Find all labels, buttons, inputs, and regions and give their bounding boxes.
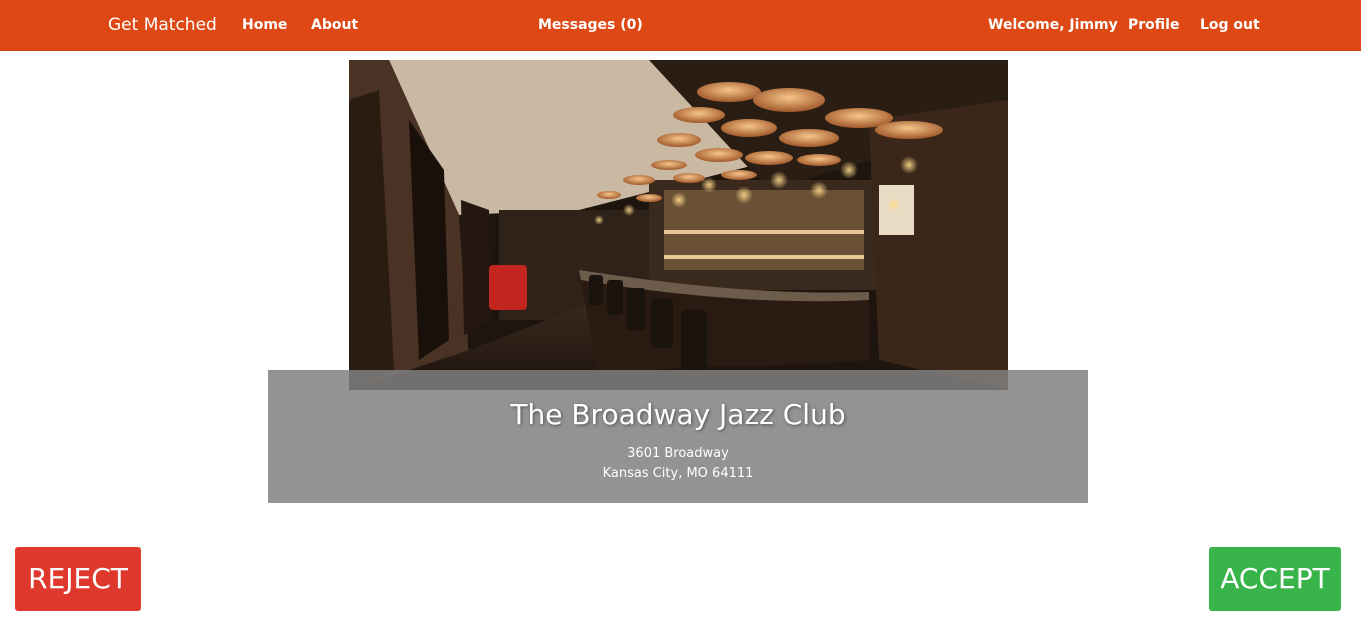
venue-address: 3601 Broadway Kansas City, MO 64111 <box>268 444 1088 484</box>
brand-link[interactable]: Get Matched <box>108 0 217 50</box>
accept-button[interactable]: ACCEPT <box>1209 547 1341 611</box>
venue-info-panel: The Broadway Jazz Club 3601 Broadway Kan… <box>268 370 1088 503</box>
nav-welcome-link[interactable]: Welcome, Jimmy <box>988 0 1118 50</box>
nav-home-link[interactable]: Home <box>242 0 287 50</box>
top-navbar: Get Matched Home About Messages (0) Welc… <box>0 0 1361 51</box>
venue-photo <box>349 60 1008 390</box>
reject-button[interactable]: REJECT <box>15 547 141 611</box>
nav-about-link[interactable]: About <box>311 0 358 50</box>
nav-logout-link[interactable]: Log out <box>1200 0 1260 50</box>
venue-address-line2: Kansas City, MO 64111 <box>602 466 754 481</box>
venue-address-line1: 3601 Broadway <box>627 446 729 461</box>
nav-messages-link[interactable]: Messages (0) <box>538 0 643 50</box>
venue-name: The Broadway Jazz Club <box>510 398 846 431</box>
nav-profile-link[interactable]: Profile <box>1128 0 1179 50</box>
